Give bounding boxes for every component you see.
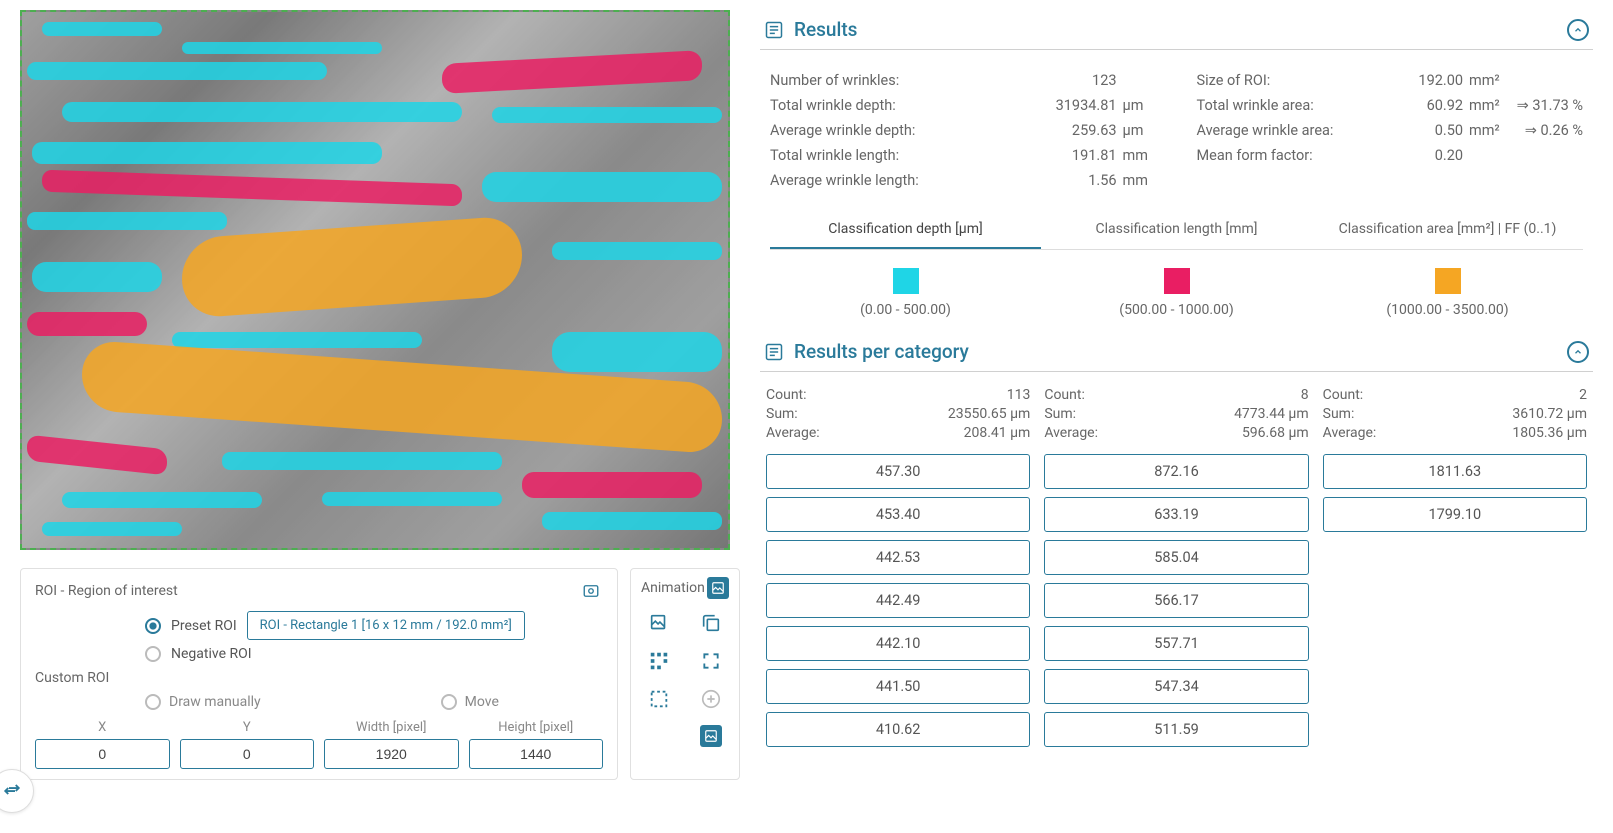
category-value-cell[interactable]: 453.40 [766, 497, 1030, 532]
category-table-col: 1811.63 1799.10 [1323, 454, 1587, 747]
category-value-cell[interactable]: 511.59 [1044, 712, 1308, 747]
stat-row: Average wrinkle area:0.50mm²⇒ 0.26 % [1197, 122, 1584, 139]
legend-item: (1000.00 - 3500.00) [1312, 268, 1583, 318]
category-value-cell[interactable]: 442.49 [766, 583, 1030, 618]
anim-select-icon[interactable] [647, 687, 671, 711]
x-label: X [35, 720, 170, 735]
draw-manually-radio[interactable] [145, 694, 161, 710]
anim-qr-icon[interactable] [647, 649, 671, 673]
anim-add-icon[interactable] [699, 687, 723, 711]
category-value-cell[interactable]: 547.34 [1044, 669, 1308, 704]
stat-row: Number of wrinkles:123 [770, 72, 1157, 89]
stat-row: Average wrinkle depth:259.63µm [770, 122, 1157, 139]
category-value-cell[interactable]: 1811.63 [1323, 454, 1587, 489]
anim-picture-icon[interactable] [700, 725, 722, 747]
move-label: Move [465, 694, 499, 710]
results-icon [764, 20, 784, 40]
category-value-cell[interactable]: 442.10 [766, 626, 1030, 661]
stat-row: Total wrinkle area:60.92mm²⇒ 31.73 % [1197, 97, 1584, 114]
category-value-cell[interactable]: 872.16 [1044, 454, 1308, 489]
width-input[interactable] [324, 739, 459, 769]
height-label: Height [pixel] [469, 720, 604, 735]
results-collapse-button[interactable] [1567, 19, 1589, 41]
results-title: Results [794, 18, 1557, 41]
y-input[interactable] [180, 739, 315, 769]
anim-copy-icon[interactable] [699, 611, 723, 635]
stat-row: Total wrinkle depth:31934.81µm [770, 97, 1157, 114]
category-table-col: 872.16 633.19 585.04 566.17 557.71 547.34 511.… [1044, 454, 1308, 747]
category-value-cell[interactable]: 585.04 [1044, 540, 1308, 575]
category-table-col: 457.30 453.40 442.53 442.49 442.10 441.50 410.… [766, 454, 1030, 747]
stat-row: Mean form factor:0.20 [1197, 147, 1584, 164]
animation-panel: Animation [630, 568, 740, 780]
animation-title: Animation [641, 580, 705, 596]
animation-image-icon[interactable] [707, 577, 729, 599]
width-label: Width [pixel] [324, 720, 459, 735]
roi-panel: ROI - Region of interest Preset ROI ROI … [20, 568, 618, 780]
roi-preset-select[interactable]: ROI - Rectangle 1 [16 x 12 mm / 192.0 mm… [247, 611, 525, 640]
tab-classification-length[interactable]: Classification length [mm] [1041, 211, 1312, 249]
tab-classification-area[interactable]: Classification area [mm²] | FF (0..1) [1312, 211, 1583, 249]
category-value-cell[interactable]: 566.17 [1044, 583, 1308, 618]
anim-fullscreen-icon[interactable] [699, 649, 723, 673]
analysis-image[interactable] [20, 10, 730, 550]
negative-roi-label: Negative ROI [171, 646, 252, 662]
category-value-cell[interactable]: 441.50 [766, 669, 1030, 704]
category-stats-col: Count:8 Sum:4773.44 µm Average:596.68 µm [1044, 384, 1308, 444]
draw-manually-label: Draw manually [169, 694, 261, 710]
move-radio[interactable] [441, 694, 457, 710]
preset-roi-radio[interactable] [145, 618, 161, 634]
legend-item: (500.00 - 1000.00) [1041, 268, 1312, 318]
category-value-cell[interactable]: 557.71 [1044, 626, 1308, 661]
results-per-category-header: Results per category [760, 332, 1593, 372]
custom-roi-label: Custom ROI [35, 670, 603, 686]
negative-roi-radio[interactable] [145, 646, 161, 662]
category-stats-col: Count:113 Sum:23550.65 µm Average:208.41… [766, 384, 1030, 444]
category-value-cell[interactable]: 1799.10 [1323, 497, 1587, 532]
category-stats-col: Count:2 Sum:3610.72 µm Average:1805.36 µ… [1323, 384, 1587, 444]
category-value-cell[interactable]: 633.19 [1044, 497, 1308, 532]
tab-classification-depth[interactable]: Classification depth [µm] [770, 211, 1041, 249]
stat-row: Total wrinkle length:191.81mm [770, 147, 1157, 164]
height-input[interactable] [469, 739, 604, 769]
stat-row: Average wrinkle length:1.56mm [770, 172, 1157, 189]
x-input[interactable] [35, 739, 170, 769]
roi-title: ROI - Region of interest [35, 583, 178, 599]
rpc-title: Results per category [794, 340, 1557, 363]
y-label: Y [180, 720, 315, 735]
category-value-cell[interactable]: 457.30 [766, 454, 1030, 489]
rpc-icon [764, 342, 784, 362]
stat-row: Size of ROI:192.00mm² [1197, 72, 1584, 89]
preset-roi-label: Preset ROI [171, 618, 237, 634]
category-value-cell[interactable]: 442.53 [766, 540, 1030, 575]
rpc-collapse-button[interactable] [1567, 341, 1589, 363]
results-header: Results [760, 10, 1593, 50]
anim-gallery-icon[interactable] [647, 611, 671, 635]
roi-snapshot-icon[interactable] [579, 579, 603, 603]
legend-item: (0.00 - 500.00) [770, 268, 1041, 318]
category-value-cell[interactable]: 410.62 [766, 712, 1030, 747]
